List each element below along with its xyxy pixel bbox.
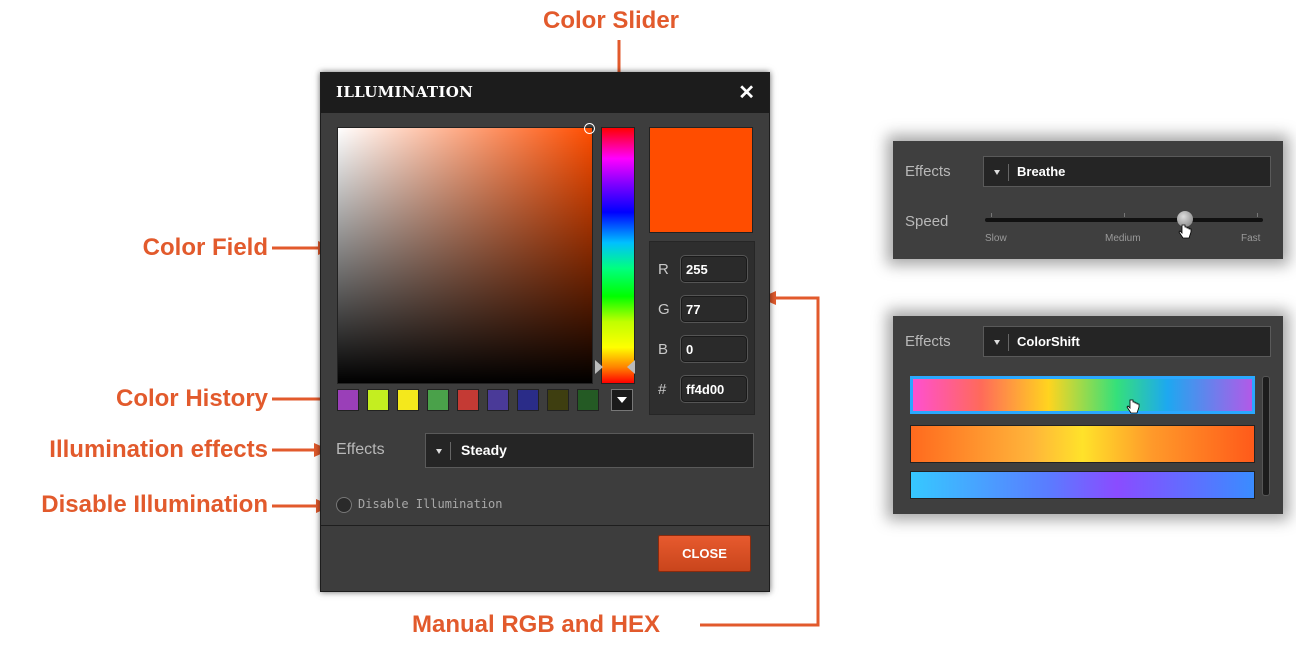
callout-color-history: Color History <box>115 385 268 412</box>
blue-row: B 0 <box>658 334 750 364</box>
color-history-swatch[interactable] <box>487 389 509 411</box>
select-divider <box>1008 334 1009 351</box>
color-history-swatch[interactable] <box>397 389 419 411</box>
color-history-swatch[interactable] <box>367 389 389 411</box>
close-icon[interactable]: ✕ <box>738 80 755 105</box>
color-history-swatch[interactable] <box>577 389 599 411</box>
effects-label: Effects <box>336 441 385 458</box>
hex-input[interactable]: ff4d00 <box>680 375 748 403</box>
slider-handle-left-icon[interactable] <box>595 360 603 374</box>
select-divider <box>450 442 451 460</box>
speed-tick <box>1124 213 1125 217</box>
effects-label: Effects <box>905 333 951 350</box>
color-history-swatch[interactable] <box>427 389 449 411</box>
callout-illumination-effects: Illumination effects <box>49 436 268 463</box>
color-history-swatch[interactable] <box>457 389 479 411</box>
dialog-title: ILLUMINATION <box>336 83 474 101</box>
footer-divider <box>321 525 769 526</box>
green-label: G <box>658 301 670 318</box>
speed-slider-track[interactable] <box>985 218 1263 222</box>
red-row: R 255 <box>658 254 750 284</box>
color-slider[interactable] <box>601 127 635 384</box>
effects-select[interactable]: Steady <box>425 433 754 468</box>
color-history-swatch[interactable] <box>547 389 569 411</box>
red-input[interactable]: 255 <box>680 255 748 283</box>
breathe-effects-panel: Effects Breathe Speed Slow Medium Fast <box>893 141 1283 259</box>
disable-illumination-checkbox[interactable] <box>336 497 352 513</box>
red-label: R <box>658 261 669 278</box>
select-divider <box>1008 164 1009 181</box>
speed-tick <box>991 213 992 217</box>
color-field[interactable] <box>337 127 593 384</box>
hex-label: # <box>658 381 667 398</box>
caret-down-icon <box>436 449 442 454</box>
disable-illumination-label: Disable Illumination <box>358 497 503 511</box>
green-input[interactable]: 77 <box>680 295 748 323</box>
color-field-cursor[interactable] <box>584 123 595 134</box>
color-history-swatch[interactable] <box>337 389 359 411</box>
hex-row: # ff4d00 <box>658 374 750 404</box>
gradient-option-sunset[interactable] <box>910 425 1255 463</box>
effects-selected-value: Breathe <box>1017 164 1066 179</box>
caret-down-icon <box>994 170 1000 175</box>
speed-fast-label: Fast <box>1241 233 1261 244</box>
callout-color-slider: Color Slider <box>543 7 680 34</box>
effects-selected-value: ColorShift <box>1017 334 1080 349</box>
history-dropdown-icon[interactable] <box>611 389 633 411</box>
rgb-hex-panel: R 255 G 77 B 0 # ff4d00 <box>649 241 755 415</box>
callout-color-field: Color Field <box>142 234 268 261</box>
dialog-header: ILLUMINATION ✕ <box>321 73 769 113</box>
hand-cursor-icon <box>1178 224 1192 239</box>
colorshift-effects-panel: Effects ColorShift <box>893 316 1283 514</box>
effects-select[interactable]: Breathe <box>983 156 1271 187</box>
speed-label: Speed <box>905 213 949 230</box>
caret-down-icon <box>994 340 1000 345</box>
green-row: G 77 <box>658 294 750 324</box>
effects-label: Effects <box>905 163 951 180</box>
gradient-list-scrollbar[interactable] <box>1262 376 1270 496</box>
callout-disable-illumination: Disable Illumination <box>41 491 268 518</box>
gradient-option-rainbow[interactable] <box>910 376 1255 414</box>
speed-tick <box>1257 213 1258 217</box>
hand-cursor-icon <box>1126 399 1140 414</box>
gradient-option-ocean[interactable] <box>910 471 1255 499</box>
speed-slow-label: Slow <box>985 233 1007 244</box>
callout-manual-rgb-hex: Manual RGB and HEX <box>412 611 661 638</box>
blue-input[interactable]: 0 <box>680 335 748 363</box>
color-history-swatch[interactable] <box>517 389 539 411</box>
blue-label: B <box>658 341 669 358</box>
speed-medium-label: Medium <box>1105 233 1141 244</box>
close-button[interactable]: CLOSE <box>658 535 751 572</box>
effects-select[interactable]: ColorShift <box>983 326 1271 357</box>
illumination-dialog: ILLUMINATION ✕ R 255 G 77 B 0 # ff4d00 E… <box>320 72 770 592</box>
effects-selected-value: Steady <box>461 442 507 458</box>
color-preview <box>649 127 753 233</box>
slider-handle-right-icon[interactable] <box>627 360 635 374</box>
